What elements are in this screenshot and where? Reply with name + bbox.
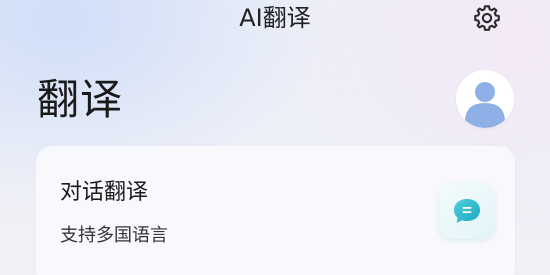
card-title: 对话翻译 <box>60 180 149 205</box>
top-bar: AI翻译 <box>0 0 550 40</box>
page-title: 翻译 <box>37 75 124 124</box>
dialog-translation-card[interactable]: 对话翻译 支持多国语言 <box>36 146 515 275</box>
card-subtitle: 支持多国语言 <box>60 225 168 246</box>
gear-icon <box>474 5 500 31</box>
app-title: AI翻译 <box>239 4 311 32</box>
chat-bubble-icon <box>454 199 480 223</box>
settings-button[interactable] <box>470 1 504 35</box>
card-icon-tile <box>439 183 495 239</box>
user-avatar-icon <box>465 82 505 128</box>
avatar[interactable] <box>456 70 514 128</box>
